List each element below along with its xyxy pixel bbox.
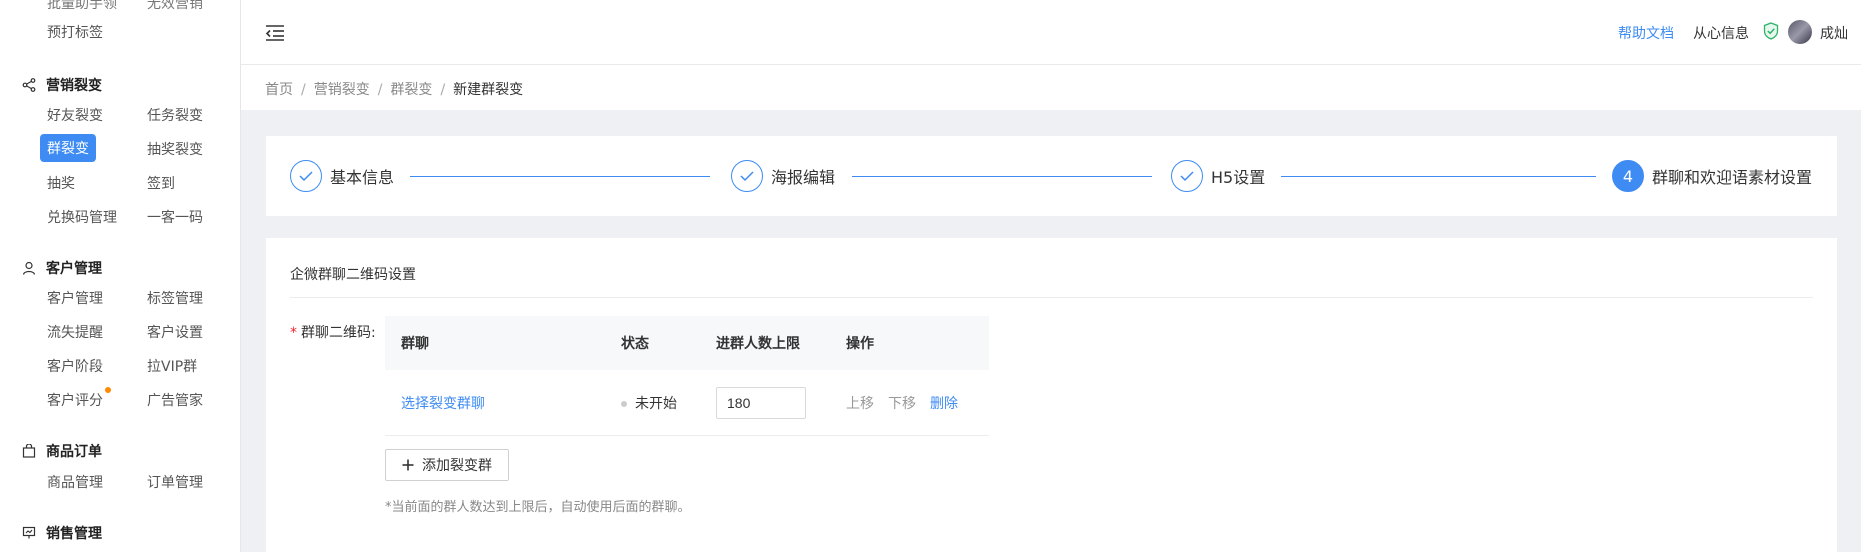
sidebar: 批量助手领 无效营销 预打标签 营销裂变 好友裂变 任务裂变 群裂变 抽奖裂变 …	[0, 0, 241, 552]
step-label: 基本信息	[330, 168, 395, 187]
field-label-group-qr: * 群聊二维码:	[290, 322, 376, 342]
help-docs-link[interactable]: 帮助文档	[1618, 23, 1674, 43]
sidebar-item-customer-settings[interactable]: 客户设置	[147, 322, 203, 342]
ops-cell: 上移 下移 删除	[830, 393, 989, 413]
menu-fold-icon[interactable]	[265, 24, 285, 42]
breadcrumb-separator: /	[301, 82, 306, 98]
presentation-icon	[22, 526, 36, 539]
select-group-link[interactable]: 选择裂变群聊	[401, 396, 485, 412]
sidebar-item-churn-alert[interactable]: 流失提醒	[47, 322, 103, 342]
top-header: 帮助文档 从心信息 成灿	[241, 0, 1861, 65]
sidebar-item-ad-manager[interactable]: 广告管家	[147, 390, 203, 410]
sidebar-item-redeem-code[interactable]: 兑换码管理	[47, 207, 117, 227]
sidebar-section-orders: 商品订单	[22, 441, 102, 461]
sidebar-item-customer-stage[interactable]: 客户阶段	[47, 356, 103, 376]
sidebar-item-order-manage[interactable]: 订单管理	[147, 472, 203, 492]
column-header-ops: 操作	[846, 336, 874, 352]
breadcrumb-marketing[interactable]: 营销裂变	[314, 82, 370, 98]
breadcrumb-home[interactable]: 首页	[265, 82, 293, 98]
sidebar-section-title: 销售管理	[46, 526, 102, 542]
sidebar-item-lottery-fission[interactable]: 抽奖裂变	[147, 139, 203, 159]
sidebar-section-title: 商品订单	[46, 444, 102, 460]
sidebar-item-product-manage[interactable]: 商品管理	[47, 472, 103, 492]
step-connector	[1281, 176, 1596, 177]
step-number: 4	[1612, 160, 1644, 192]
check-icon	[731, 160, 763, 192]
table-row: 选择裂变群聊 未开始 上移下移删除	[385, 370, 989, 436]
sidebar-item-partial[interactable]: 批量助手领	[47, 0, 117, 13]
column-header-status: 状态	[621, 336, 649, 352]
sidebar-item-task-fission[interactable]: 任务裂变	[147, 105, 203, 125]
sidebar-item-group-fission[interactable]: 群裂变	[40, 134, 96, 162]
move-up-button[interactable]: 上移	[846, 396, 874, 412]
status-text: 未开始	[635, 395, 677, 412]
org-name[interactable]: 从心信息	[1693, 23, 1749, 43]
verified-shield-icon	[1763, 22, 1779, 40]
notification-dot	[105, 387, 111, 393]
breadcrumb-separator: /	[440, 82, 446, 98]
sidebar-section-title: 营销裂变	[46, 78, 102, 94]
field-label-text: 群聊二维码:	[301, 325, 376, 341]
check-icon	[290, 160, 322, 192]
form-card: 企微群聊二维码设置 * 群聊二维码: 群聊 状态 进群人数上限 操作 选择裂变群聊…	[266, 238, 1837, 552]
sidebar-section-customer: 客户管理	[22, 258, 102, 278]
sidebar-item-vip-group[interactable]: 拉VIP群	[147, 356, 197, 376]
step-h5-settings[interactable]: H5设置	[1171, 160, 1265, 192]
bag-icon	[22, 444, 36, 458]
section-divider	[290, 297, 1813, 298]
sidebar-item-checkin[interactable]: 签到	[147, 173, 175, 193]
breadcrumb: 首页 / 营销裂变 / 群裂变 / 新建群裂变	[265, 79, 523, 99]
step-connector	[852, 176, 1152, 177]
required-asterisk: *	[290, 325, 297, 341]
status-dot	[621, 400, 627, 407]
step-connector	[410, 176, 710, 177]
sidebar-item-lottery[interactable]: 抽奖	[47, 173, 75, 193]
move-down-button[interactable]: 下移	[888, 396, 916, 412]
add-button-label: 添加裂变群	[422, 457, 492, 473]
steps-card: 基本信息 海报编辑 H5设置 4 群聊和欢迎语素材设置	[266, 136, 1837, 216]
user-icon	[22, 261, 36, 275]
avatar[interactable]	[1788, 20, 1812, 44]
sidebar-section-marketing: 营销裂变	[22, 75, 102, 95]
breadcrumb-bar: 首页 / 营销裂变 / 群裂变 / 新建群裂变	[241, 65, 1861, 110]
step-poster-edit[interactable]: 海报编辑	[731, 160, 835, 192]
sidebar-item-tag-manage[interactable]: 标签管理	[147, 288, 203, 308]
column-header-limit: 进群人数上限	[716, 336, 800, 352]
share-icon	[22, 78, 36, 92]
step-label: H5设置	[1211, 168, 1266, 187]
sidebar-item-partial-2[interactable]: 无效营销	[147, 0, 203, 13]
group-qr-table: 群聊 状态 进群人数上限 操作 选择裂变群聊 未开始 上移下移删除	[385, 316, 989, 436]
step-group-welcome[interactable]: 4 群聊和欢迎语素材设置	[1612, 160, 1812, 192]
plus-icon	[402, 459, 414, 471]
sidebar-section-sales: 销售管理	[22, 523, 102, 543]
sidebar-section-title: 客户管理	[46, 261, 102, 277]
step-basic-info[interactable]: 基本信息	[290, 160, 394, 192]
column-header-group: 群聊	[401, 336, 429, 352]
sidebar-item-customer-score[interactable]: 客户评分	[47, 390, 103, 410]
breadcrumb-current: 新建群裂变	[453, 82, 524, 98]
hint-text: *当前面的群人数达到上限后，自动使用后面的群聊。	[385, 500, 691, 515]
step-label: 海报编辑	[771, 168, 836, 187]
table-header: 群聊 状态 进群人数上限 操作	[385, 316, 989, 370]
sidebar-item-friend-fission[interactable]: 好友裂变	[47, 105, 103, 125]
member-limit-input[interactable]	[716, 386, 806, 419]
breadcrumb-separator: /	[377, 82, 383, 98]
user-name[interactable]: 成灿	[1820, 23, 1848, 43]
sidebar-item-customer-manage[interactable]: 客户管理	[47, 288, 103, 308]
add-fission-group-button[interactable]: 添加裂变群	[385, 449, 509, 481]
delete-button[interactable]: 删除	[930, 396, 958, 412]
sidebar-item-pre-tag[interactable]: 预打标签	[47, 22, 103, 42]
section-title: 企微群聊二维码设置	[290, 267, 416, 283]
status-cell: 未开始	[605, 393, 700, 413]
step-label: 群聊和欢迎语素材设置	[1652, 168, 1813, 187]
breadcrumb-group-fission[interactable]: 群裂变	[390, 82, 432, 98]
check-icon	[1171, 160, 1203, 192]
sidebar-item-one-customer-code[interactable]: 一客一码	[147, 207, 203, 227]
